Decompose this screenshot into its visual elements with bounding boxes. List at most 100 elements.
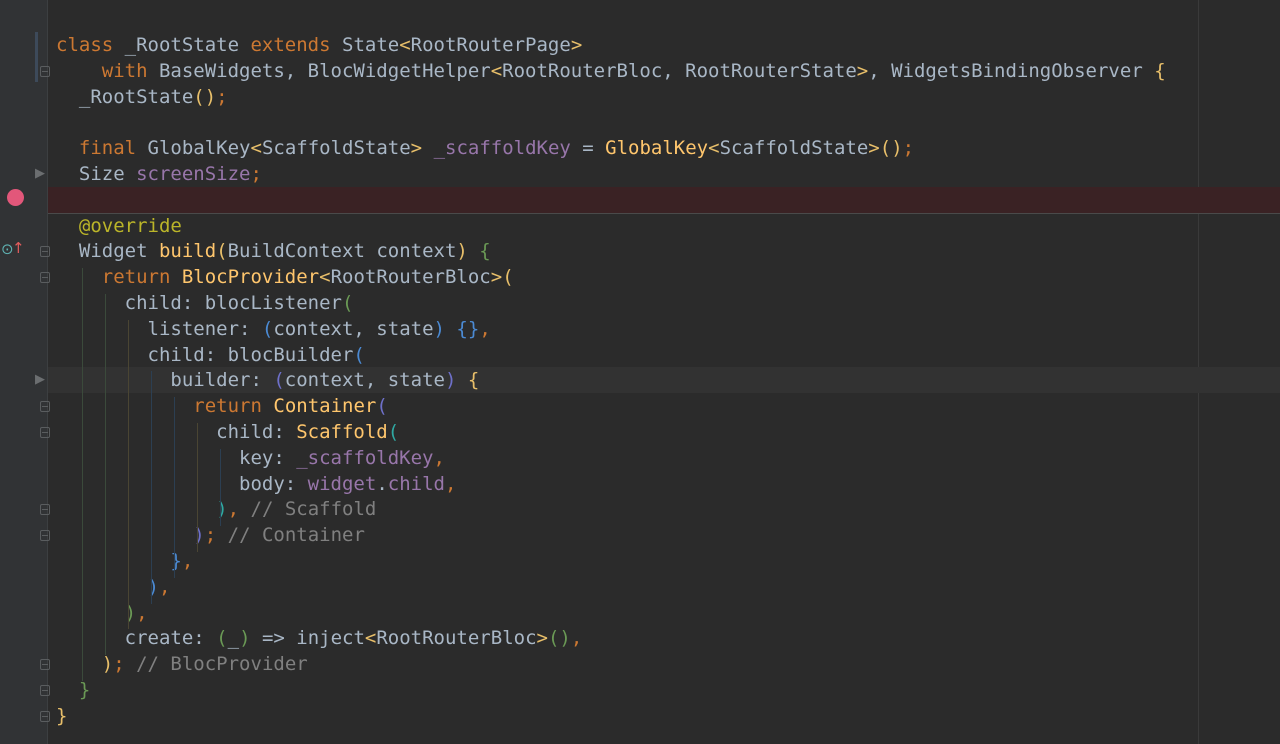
code-line[interactable]: body: widget.child, bbox=[48, 471, 1280, 497]
code-line[interactable]: with BaseWidgets, BlocWidgetHelper<RootR… bbox=[48, 58, 1280, 84]
fold-toggle-icon[interactable] bbox=[40, 401, 50, 413]
code-text: child: blocListener( bbox=[56, 290, 354, 316]
code-editor[interactable]: class _RootState extends State<RootRoute… bbox=[48, 0, 1280, 744]
code-text: _RootState(); bbox=[56, 84, 228, 110]
code-text: } bbox=[56, 703, 67, 729]
fold-arrow-icon[interactable]: ▶ bbox=[35, 167, 45, 180]
code-text: child: Scaffold( bbox=[56, 419, 399, 445]
code-token: _scaffoldKey bbox=[296, 446, 434, 469]
code-token: BaseWidgets, BlocWidgetHelper bbox=[147, 59, 491, 82]
code-line[interactable]: @override bbox=[48, 213, 1280, 239]
code-token: ; bbox=[216, 85, 228, 108]
code-token: < bbox=[708, 137, 720, 160]
code-line[interactable]: } bbox=[48, 677, 1280, 703]
code-text: create: (_) => inject<RootRouterBloc>(), bbox=[56, 625, 583, 651]
fold-arrow-icon[interactable]: ▶ bbox=[35, 373, 45, 386]
indent-guide bbox=[220, 448, 221, 527]
code-token: create: bbox=[56, 627, 217, 650]
code-token: { bbox=[467, 369, 480, 392]
code-token: > bbox=[868, 137, 880, 160]
fold-toggle-icon[interactable] bbox=[40, 659, 50, 671]
code-token: ) bbox=[444, 369, 457, 392]
code-token: return bbox=[101, 266, 171, 289]
code-line[interactable]: Widget build(BuildContext context) { bbox=[48, 238, 1280, 264]
code-line[interactable]: create: (_) => inject<RootRouterBloc>(), bbox=[48, 625, 1280, 651]
indent-guide bbox=[174, 397, 175, 578]
code-token: ) bbox=[124, 601, 137, 624]
code-token: // BlocProvider bbox=[136, 653, 308, 676]
fold-toggle-icon[interactable] bbox=[40, 530, 50, 542]
code-line[interactable]: builder: (context, state) { bbox=[48, 367, 1280, 394]
code-text: ), bbox=[56, 574, 171, 600]
code-token: < bbox=[250, 137, 262, 160]
code-token: . bbox=[376, 472, 388, 495]
code-token: ( bbox=[341, 292, 354, 314]
line-separator bbox=[48, 212, 1280, 214]
code-line[interactable]: child: blocBuilder( bbox=[48, 342, 1280, 368]
code-line[interactable]: return Container( bbox=[48, 393, 1280, 419]
code-text: listener: (context, state) {}, bbox=[56, 316, 491, 342]
code-line[interactable] bbox=[48, 186, 1280, 213]
override-arrow-icon[interactable]: ↑ bbox=[12, 239, 25, 257]
code-token: => inject bbox=[250, 627, 365, 650]
code-token: ( bbox=[273, 369, 285, 392]
vcs-change-marker[interactable] bbox=[35, 32, 38, 82]
code-line[interactable]: ), bbox=[48, 574, 1280, 600]
code-token: < bbox=[364, 627, 377, 650]
fold-toggle-icon[interactable] bbox=[40, 272, 50, 284]
code-line[interactable]: class _RootState extends State<RootRoute… bbox=[48, 32, 1280, 58]
code-line[interactable]: _RootState(); bbox=[48, 84, 1280, 110]
code-token: < bbox=[319, 266, 331, 289]
code-token: BuildContext context bbox=[227, 240, 457, 263]
breakpoint-icon[interactable] bbox=[7, 189, 24, 206]
code-line[interactable]: ), // Scaffold bbox=[48, 496, 1280, 522]
code-token: () bbox=[879, 137, 903, 160]
code-token: < bbox=[490, 59, 503, 82]
code-line[interactable]: child: Scaffold( bbox=[48, 419, 1280, 445]
code-line[interactable] bbox=[48, 109, 1280, 135]
code-line[interactable]: ); // BlocProvider bbox=[48, 651, 1280, 677]
code-token: ScaffoldState bbox=[261, 137, 411, 160]
code-token: ( bbox=[216, 240, 228, 263]
code-line[interactable]: ), bbox=[48, 600, 1280, 626]
code-line[interactable]: }, bbox=[48, 548, 1280, 574]
fold-toggle-icon[interactable] bbox=[40, 685, 50, 696]
code-text: ); // Container bbox=[56, 522, 365, 548]
code-token: ) bbox=[101, 653, 114, 676]
code-text: return BlocProvider<RootRouterBloc>( bbox=[56, 264, 514, 290]
code-token: with bbox=[101, 59, 148, 82]
indent-guide bbox=[105, 294, 106, 656]
code-line[interactable]: Size screenSize; bbox=[48, 161, 1280, 187]
code-token: child: blocListener bbox=[56, 292, 342, 314]
code-token: ; bbox=[113, 653, 137, 676]
code-token: , bbox=[570, 627, 583, 650]
fold-toggle-icon[interactable] bbox=[40, 246, 50, 258]
code-token: , bbox=[479, 317, 491, 340]
fold-toggle-icon[interactable] bbox=[40, 427, 50, 438]
code-line[interactable]: final GlobalKey<ScaffoldState> _scaffold… bbox=[48, 135, 1280, 161]
code-line[interactable]: } bbox=[48, 703, 1280, 729]
code-token: > bbox=[410, 137, 423, 160]
code-token: // Scaffold bbox=[250, 498, 377, 521]
code-token: @override bbox=[78, 214, 182, 237]
code-token: return bbox=[193, 395, 262, 418]
code-line[interactable]: ); // Container bbox=[48, 522, 1280, 548]
code-line[interactable]: return BlocProvider<RootRouterBloc>( bbox=[48, 264, 1280, 290]
code-token: } bbox=[170, 550, 182, 572]
code-token: child: bbox=[56, 421, 297, 443]
code-token: context, state bbox=[273, 317, 434, 340]
fold-toggle-icon[interactable] bbox=[40, 710, 50, 722]
code-line[interactable]: child: blocListener( bbox=[48, 290, 1280, 316]
fold-toggle-icon[interactable] bbox=[40, 65, 50, 77]
code-line[interactable]: listener: (context, state) {}, bbox=[48, 316, 1280, 342]
code-line[interactable]: key: _scaffoldKey, bbox=[48, 445, 1280, 471]
fold-toggle-icon[interactable] bbox=[40, 504, 50, 516]
